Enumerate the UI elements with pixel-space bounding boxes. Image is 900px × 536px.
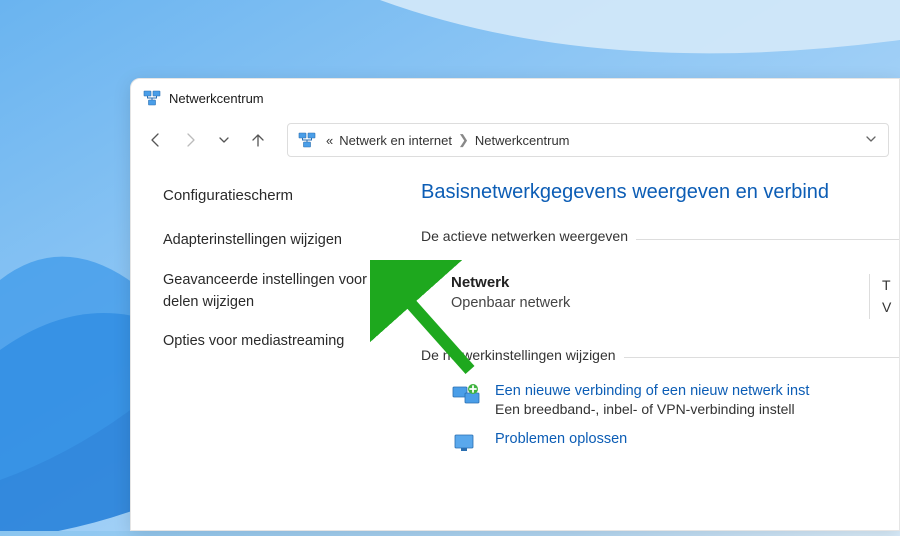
sidebar: Configuratiescherm Adapterinstellingen w…: [131, 163, 421, 530]
network-details-right: T V: [869, 274, 899, 319]
settings-item-troubleshoot: Problemen oplossen: [451, 431, 899, 461]
main-pane: Basisnetwerkgegevens weergeven en verbin…: [421, 163, 899, 530]
chevron-right-icon: ❯: [458, 132, 469, 148]
back-button[interactable]: [141, 125, 171, 155]
section-label: De netwerkinstellingen wijzigen: [421, 347, 616, 363]
troubleshoot-icon: [451, 431, 481, 461]
sidebar-link-adapter-settings[interactable]: Adapterinstellingen wijzigen: [163, 230, 393, 252]
address-bar[interactable]: « Netwerk en internet ❯ Netwerkcentrum: [287, 123, 889, 157]
breadcrumb-item[interactable]: Netwerkcentrum: [475, 133, 570, 148]
section-change-settings: De netwerkinstellingen wijzigen: [421, 347, 899, 369]
navigation-toolbar: « Netwerk en internet ❯ Netwerkcentrum: [131, 117, 899, 163]
forward-button[interactable]: [175, 125, 205, 155]
content-area: Configuratiescherm Adapterinstellingen w…: [131, 163, 899, 530]
separator-line: [636, 239, 899, 240]
page-title: Basisnetwerkgegevens weergeven en verbin…: [421, 181, 899, 204]
titlebar: Netwerkcentrum: [131, 79, 899, 117]
new-connection-icon: [451, 383, 481, 413]
section-active-networks: De actieve netwerken weergeven: [421, 228, 899, 250]
recent-dropdown-button[interactable]: [209, 125, 239, 155]
network-type: Openbaar netwerk: [451, 295, 869, 311]
separator-line: [624, 357, 899, 358]
network-center-window: Netwerkcentrum « Netwerk en inte: [130, 78, 900, 531]
sidebar-link-media-streaming[interactable]: Opties voor mediastreaming: [163, 331, 393, 353]
up-button[interactable]: [243, 125, 273, 155]
link-troubleshoot[interactable]: Problemen oplossen: [495, 431, 627, 447]
chevron-down-icon[interactable]: [864, 132, 878, 149]
breadcrumb-item[interactable]: Netwerk en internet: [339, 133, 452, 148]
active-network-block: Netwerk Openbaar netwerk T V: [451, 274, 899, 319]
link-new-connection-sub: Een breedband-, inbel- of VPN-verbinding…: [495, 401, 809, 417]
section-label: De actieve netwerken weergeven: [421, 228, 628, 244]
network-name: Netwerk: [451, 274, 869, 291]
window-title: Netwerkcentrum: [169, 91, 264, 106]
sidebar-heading[interactable]: Configuratiescherm: [163, 187, 415, 204]
settings-item-new-connection: Een nieuwe verbinding of een nieuw netwe…: [451, 383, 899, 417]
breadcrumb-prefix: «: [326, 133, 333, 148]
link-new-connection[interactable]: Een nieuwe verbinding of een nieuw netwe…: [495, 383, 809, 399]
sidebar-link-advanced-sharing[interactable]: Geavanceerde instellingen voor delen wij…: [163, 270, 393, 314]
network-center-icon: [143, 89, 161, 107]
network-center-icon: [298, 131, 316, 149]
